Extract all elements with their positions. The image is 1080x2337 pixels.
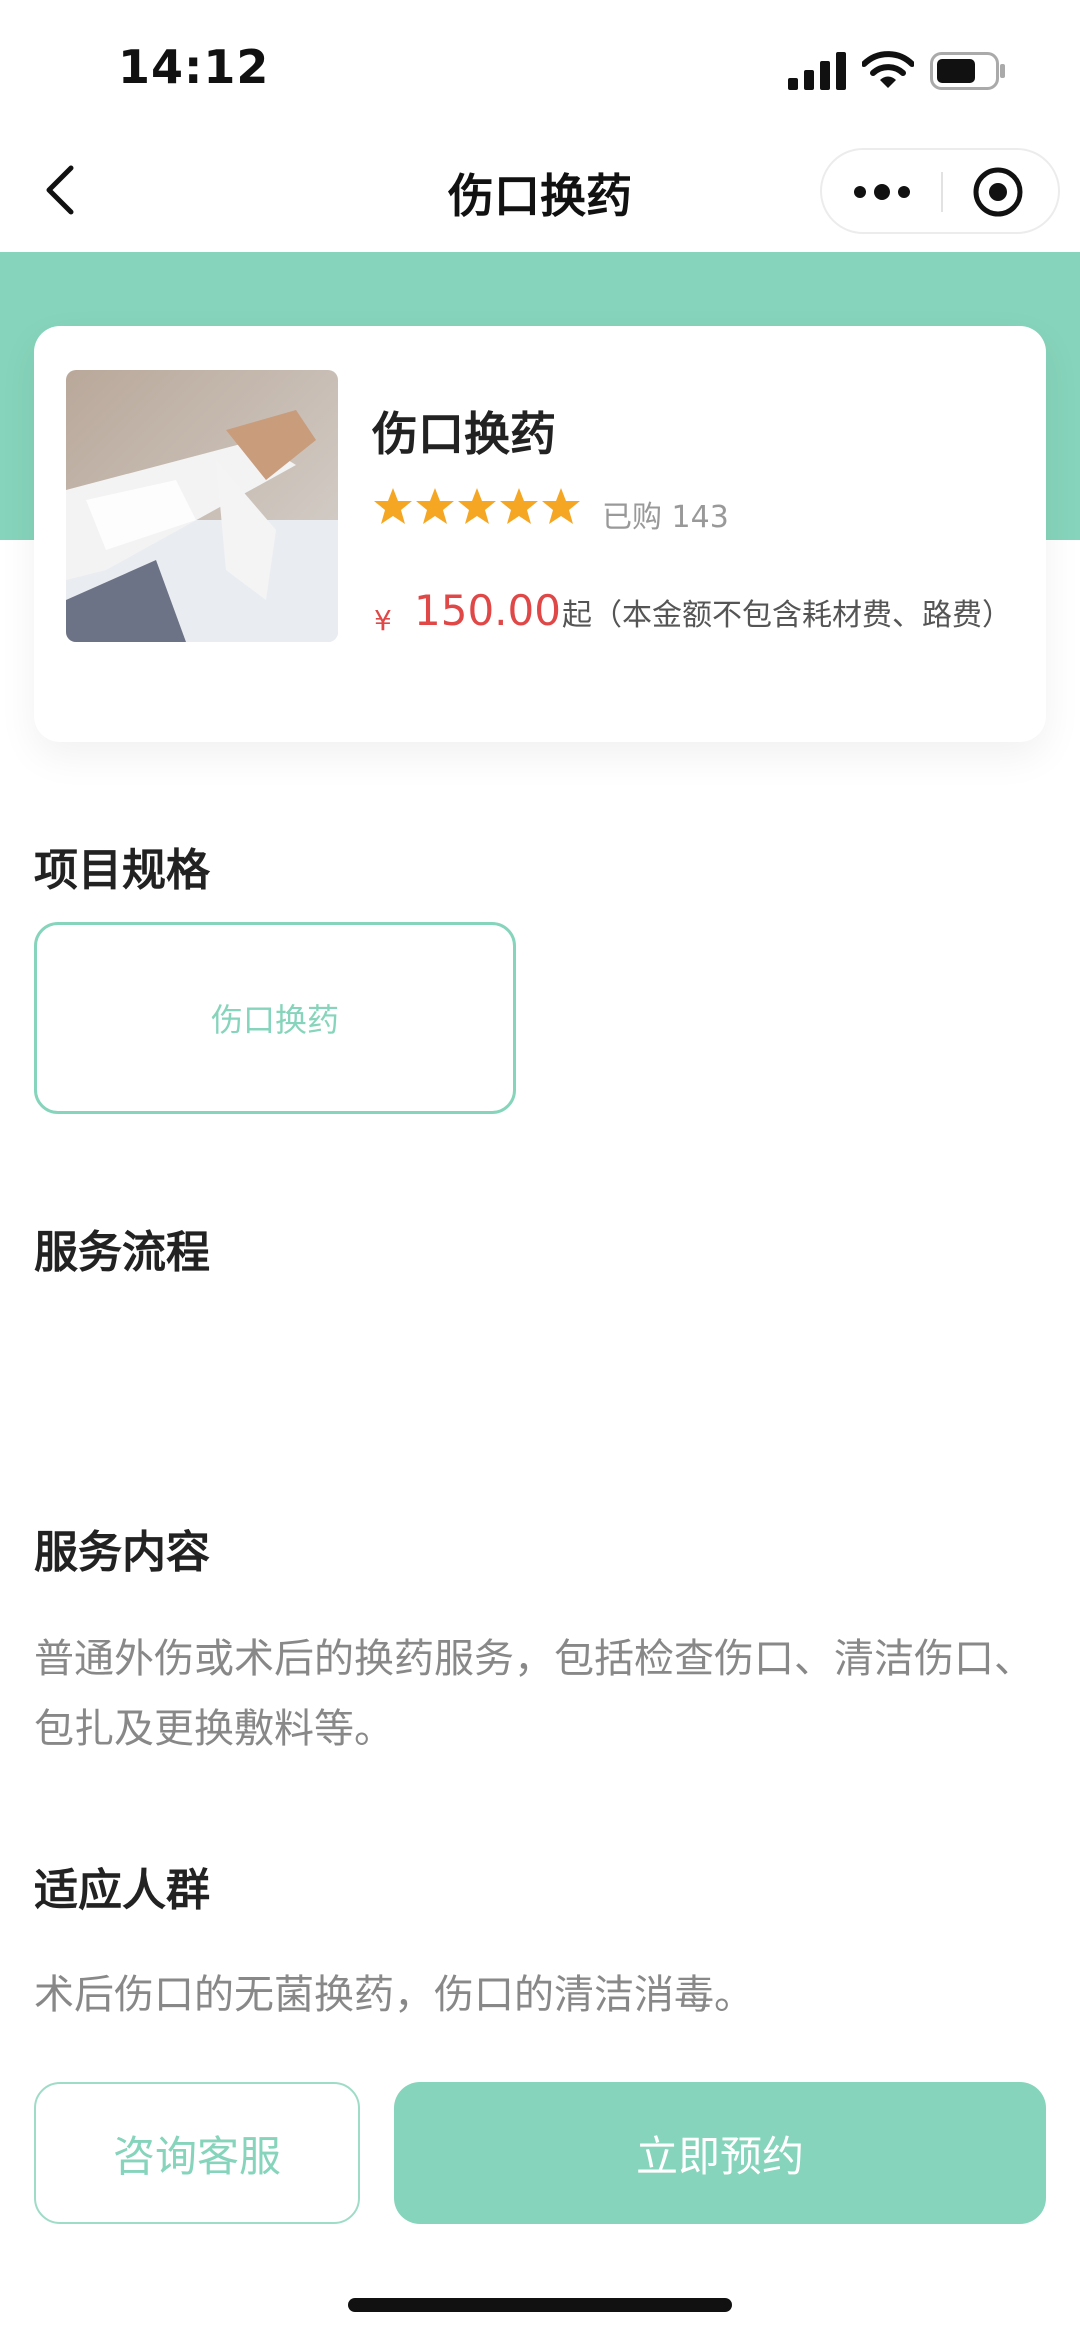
star-icon xyxy=(374,488,412,524)
target-icon[interactable] xyxy=(972,166,1024,218)
content-section-title: 服务内容 xyxy=(34,1527,210,1578)
sold-count: 已购 143 xyxy=(602,500,729,535)
consult-service-button[interactable]: 咨询客服 xyxy=(34,2082,360,2224)
wifi-icon xyxy=(862,51,914,88)
star-icon xyxy=(458,488,496,524)
spec-option-button[interactable]: 伤口换药 xyxy=(34,922,516,1114)
star-icon xyxy=(542,488,580,524)
product-card: 伤口换药 已购 143 起（本金额不包含耗材费、路费） ¥ 150.00 xyxy=(34,326,1046,742)
product-image xyxy=(66,370,338,642)
home-indicator xyxy=(348,2298,732,2312)
status-time: 14:12 xyxy=(118,40,270,94)
capsule-divider xyxy=(941,172,943,212)
battery-icon xyxy=(930,52,1005,90)
book-now-button[interactable]: 立即预约 xyxy=(394,2082,1046,2224)
crowd-description: 术后伤口的无菌换药，伤口的清洁消毒。 xyxy=(34,1972,754,2018)
currency-symbol: ¥ xyxy=(374,604,392,637)
more-icon[interactable] xyxy=(850,170,914,214)
mini-program-capsule xyxy=(820,148,1060,234)
content-description: 普通外伤或术后的换药服务，包括检查伤口、清洁伤口、包扎及更换敷料等。 xyxy=(34,1636,1034,1752)
rating-stars xyxy=(374,488,580,524)
star-icon xyxy=(500,488,538,524)
spec-section-title: 项目规格 xyxy=(34,845,210,896)
product-price: 150.00 xyxy=(414,586,561,635)
star-icon xyxy=(416,488,454,524)
product-name: 伤口换药 xyxy=(372,407,556,461)
signal-icon xyxy=(788,52,846,90)
crowd-section-title: 适应人群 xyxy=(34,1865,210,1916)
flow-section-title: 服务流程 xyxy=(34,1227,210,1278)
